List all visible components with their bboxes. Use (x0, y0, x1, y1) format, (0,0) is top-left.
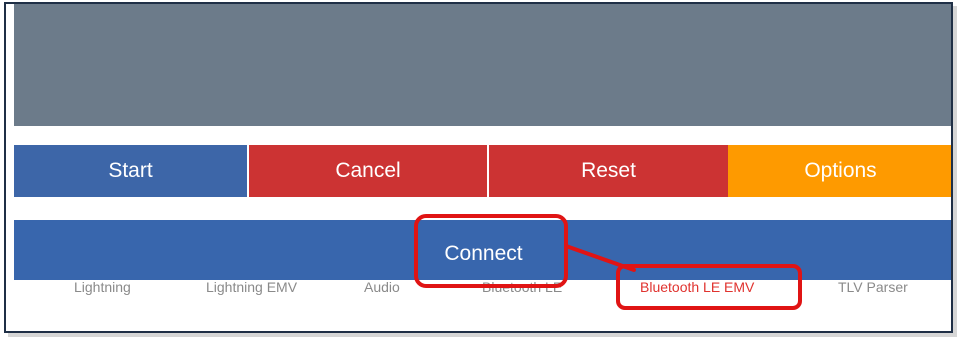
connect-button[interactable]: Connect (14, 220, 951, 280)
connection-type-tabs: Lightning Lightning EMV Audio Bluetooth … (14, 274, 951, 300)
connect-button-label: Connect (444, 242, 523, 265)
app-window: Start Cancel Reset Options Connect Light… (4, 2, 953, 333)
reset-button[interactable]: Reset (487, 145, 728, 197)
frame-shadow-right (953, 6, 957, 335)
tab-bluetooth-le[interactable]: Bluetooth LE (482, 274, 562, 300)
tab-bluetooth-le-emv[interactable]: Bluetooth LE EMV (640, 274, 754, 300)
control-button-row: Start Cancel Reset Options (14, 145, 951, 197)
tab-lightning-emv[interactable]: Lightning EMV (206, 274, 297, 300)
output-display-panel (14, 4, 951, 126)
tab-lightning[interactable]: Lightning (74, 274, 131, 300)
options-button[interactable]: Options (728, 145, 951, 197)
start-button[interactable]: Start (14, 145, 247, 197)
frame-shadow-bottom (8, 333, 957, 337)
tab-audio[interactable]: Audio (364, 274, 400, 300)
tab-tlv-parser[interactable]: TLV Parser (838, 274, 908, 300)
cancel-button[interactable]: Cancel (247, 145, 487, 197)
